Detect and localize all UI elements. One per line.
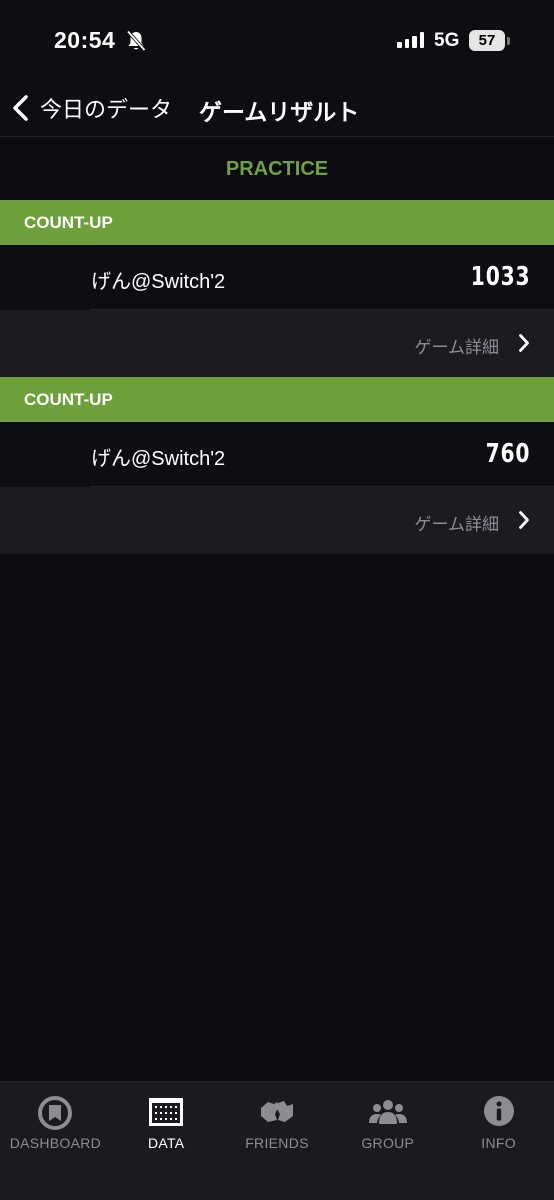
player-name: げん@Switch'2	[91, 448, 226, 470]
game-detail-label: ゲーム詳細	[414, 338, 500, 357]
bell-muted-icon	[126, 30, 146, 52]
chevron-right-icon	[519, 334, 529, 352]
score: 760	[485, 439, 530, 469]
signal-icon	[397, 32, 424, 48]
tab-label: GROUP	[361, 1135, 415, 1151]
tab-dashboard[interactable]: DASHBOARD	[0, 1082, 111, 1200]
page-title: ゲームリザルト	[199, 99, 360, 125]
data-icon	[149, 1098, 184, 1126]
game-block: COUNT-UP げん@Switch'2 760 ゲーム詳細	[0, 377, 554, 554]
tab-group[interactable]: GROUP	[332, 1082, 443, 1200]
player-row: げん@Switch'2 1033	[0, 245, 554, 310]
tab-friends[interactable]: FRIENDS	[222, 1082, 333, 1200]
tab-label: FRIENDS	[245, 1135, 309, 1151]
nav-bar: 今日のデータ ゲームリザルト	[0, 80, 554, 137]
tab-bar: DASHBOARD DATA FRIENDS GROUP INFO	[0, 1081, 554, 1200]
tab-label: DASHBOARD	[9, 1135, 102, 1151]
chevron-right-icon	[519, 511, 529, 529]
battery-tip	[507, 37, 510, 45]
game-block: COUNT-UP げん@Switch'2 1033 ゲーム詳細	[0, 200, 554, 377]
network-type: 5G	[434, 30, 460, 51]
tab-label: INFO	[481, 1135, 516, 1151]
tab-info[interactable]: INFO	[443, 1082, 554, 1200]
status-time: 20:54	[54, 27, 116, 53]
player-name: げん@Switch'2	[91, 271, 226, 293]
chevron-left-icon	[13, 95, 28, 121]
dashboard-icon	[38, 1096, 73, 1130]
game-detail-label: ゲーム詳細	[414, 515, 500, 534]
back-button[interactable]: 今日のデータ	[8, 86, 172, 130]
info-icon	[483, 1096, 514, 1126]
tab-label: DATA	[147, 1135, 185, 1151]
player-row: げん@Switch'2 760	[0, 422, 554, 487]
game-detail-button[interactable]: ゲーム詳細	[0, 487, 554, 554]
friends-icon	[260, 1101, 293, 1122]
group-icon	[368, 1100, 407, 1124]
status-bar: 20:54 5G 57	[0, 0, 554, 80]
game-type-header: COUNT-UP	[0, 377, 554, 422]
section-title: PRACTICE	[0, 138, 554, 200]
game-detail-button[interactable]: ゲーム詳細	[0, 310, 554, 377]
score: 1033	[470, 262, 530, 292]
back-label: 今日のデータ	[40, 97, 173, 122]
game-type-header: COUNT-UP	[0, 200, 554, 245]
battery-icon: 57	[469, 30, 505, 51]
tab-data[interactable]: DATA	[111, 1082, 222, 1200]
